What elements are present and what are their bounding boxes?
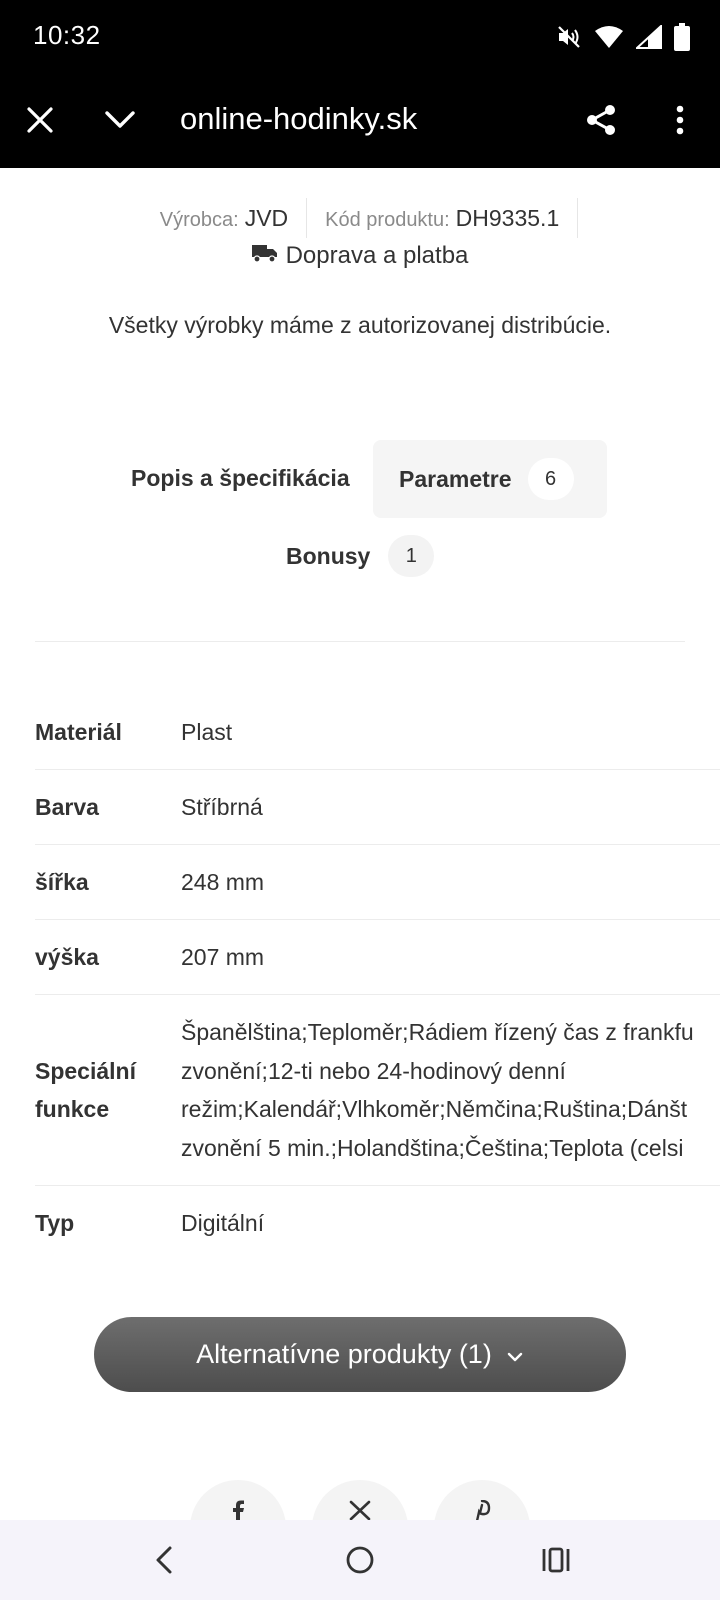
mute-icon bbox=[556, 24, 582, 50]
tab-parameters[interactable]: Parametre 6 bbox=[373, 440, 607, 518]
close-icon[interactable] bbox=[16, 96, 64, 144]
url-title[interactable]: online-hodinky.sk bbox=[180, 101, 417, 137]
signal-icon bbox=[636, 25, 662, 49]
authorized-note: Všetky výrobky máme z autorizovanej dist… bbox=[108, 312, 612, 338]
param-value: Španělština;Teploměr;Rádiem řízený čas z… bbox=[181, 995, 720, 1185]
tab-description-label: Popis a špecifikácia bbox=[131, 464, 350, 491]
status-time: 10:32 bbox=[33, 20, 101, 50]
status-bar: 10:32 bbox=[0, 0, 720, 72]
system-nav-bar bbox=[0, 1520, 720, 1600]
table-row: šířka 248 mm bbox=[35, 845, 720, 920]
param-name: Speciální funkce bbox=[35, 1058, 136, 1122]
chevron-down-icon[interactable] bbox=[96, 96, 144, 144]
manufacturer-value[interactable]: JVD bbox=[245, 198, 288, 238]
param-name: šířka bbox=[35, 868, 89, 895]
tab-bonuses[interactable]: Bonusy 1 bbox=[286, 533, 435, 579]
param-value: 207 mm bbox=[181, 943, 265, 970]
more-vert-icon[interactable] bbox=[656, 96, 704, 144]
product-code-value: DH9335.1 bbox=[455, 205, 560, 231]
param-name: Typ bbox=[35, 1210, 75, 1236]
param-value-line: zvonění 5 min.;Holandština;Čeština;Teplo… bbox=[181, 1134, 684, 1161]
home-icon[interactable] bbox=[338, 1538, 382, 1582]
table-row: Barva Stříbrná bbox=[35, 770, 720, 845]
param-value: 248 mm bbox=[181, 868, 265, 895]
param-value: Plast bbox=[181, 718, 233, 745]
manufacturer-label: Výrobca: bbox=[159, 209, 239, 231]
alternative-products-label: Alternatívne produkty (1) bbox=[196, 1339, 492, 1369]
shipping-label: Doprava a platba bbox=[285, 242, 469, 269]
tab-description[interactable]: Popis a špecifikácia bbox=[131, 440, 350, 516]
table-row: Speciální funkce Španělština;Teploměr;Rá… bbox=[35, 995, 720, 1186]
back-icon[interactable] bbox=[142, 1538, 186, 1582]
product-code: Kód produktu: DH9335.1 bbox=[307, 198, 579, 238]
param-name: výška bbox=[35, 943, 99, 970]
product-code-label: Kód produktu: bbox=[325, 209, 450, 231]
parameters-table: Materiál Plast Barva Stříbrná šířka 248 … bbox=[35, 695, 720, 1261]
param-value-line: režim;Kalendář;Vlhkoměr;Němčina;Ruština;… bbox=[181, 1096, 688, 1122]
shipping-link[interactable]: Doprava a platba bbox=[0, 238, 720, 274]
alternative-products-button[interactable]: Alternatívne produkty (1) bbox=[94, 1317, 626, 1392]
product-meta: Výrobca: JVD Kód produktu: DH9335.1 bbox=[0, 198, 720, 238]
table-row: Typ Digitální bbox=[35, 1186, 720, 1261]
manufacturer: Výrobca: JVD bbox=[142, 198, 308, 238]
divider bbox=[35, 641, 685, 642]
param-name: Barva bbox=[35, 793, 99, 820]
table-row: Materiál Plast bbox=[35, 695, 720, 770]
param-value-line: zvonění;12-ti nebo 24-hodinový denní bbox=[181, 1057, 566, 1084]
browser-toolbar: online-hodinky.sk bbox=[0, 72, 720, 168]
tab-bonuses-count: 1 bbox=[388, 535, 435, 577]
recents-icon[interactable] bbox=[534, 1538, 578, 1582]
battery-icon bbox=[674, 23, 690, 51]
tab-bonuses-label: Bonusy bbox=[286, 542, 371, 569]
tab-parameters-count: 6 bbox=[527, 458, 574, 500]
tab-parameters-label: Parametre bbox=[399, 465, 512, 492]
param-value: Digitální bbox=[181, 1210, 265, 1236]
wifi-icon bbox=[594, 25, 624, 49]
share-icon[interactable] bbox=[577, 96, 625, 144]
status-icons bbox=[556, 22, 690, 52]
table-row: výška 207 mm bbox=[35, 920, 720, 995]
truck-icon bbox=[251, 242, 278, 270]
chevron-down-icon bbox=[506, 1339, 524, 1370]
param-name: Materiál bbox=[35, 718, 122, 745]
param-value: Stříbrná bbox=[181, 793, 263, 820]
param-value-line: Španělština;Teploměr;Rádiem řízený čas z… bbox=[181, 1019, 694, 1045]
